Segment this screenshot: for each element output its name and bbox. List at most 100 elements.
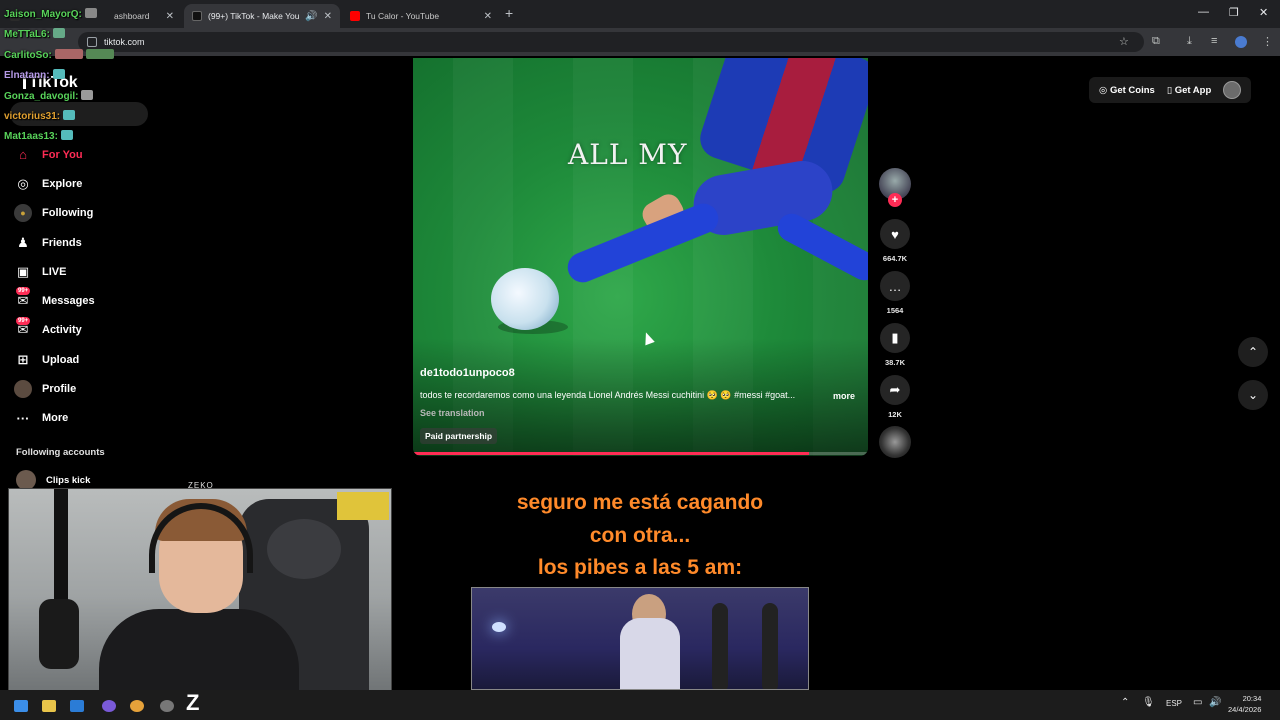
share-action[interactable]: ➦ 12K — [880, 375, 910, 419]
emote-icon — [84, 8, 97, 18]
clock-time: 20:34 — [1242, 694, 1262, 703]
chevron-down-icon: ⌄ — [1247, 388, 1259, 402]
emote-icon — [52, 28, 65, 38]
emote-icon — [81, 90, 94, 100]
media-control-icon[interactable]: ≡ — [1211, 35, 1217, 47]
minimize-button[interactable]: — — [1198, 6, 1209, 18]
sidebar-nav: ⌂ For You ◎ Explore ● Following ♟ Friend… — [14, 140, 144, 433]
following-account-name: Clips kick — [46, 474, 91, 486]
chat-user: Gonza_davogil: — [4, 91, 79, 102]
sidebar-item-explore[interactable]: ◎ Explore — [14, 169, 144, 198]
sidebar-item-live[interactable]: ▣ LIVE — [14, 257, 144, 286]
emote-icon — [85, 49, 114, 59]
bookmark-star-icon[interactable]: ☆ — [1119, 35, 1129, 48]
new-tab-button[interactable]: + — [505, 5, 513, 21]
app-icon[interactable] — [70, 700, 84, 712]
more-icon: ··· — [16, 410, 30, 426]
tab-close-icon[interactable]: ✕ — [166, 11, 174, 22]
chrome-icon[interactable] — [130, 700, 144, 712]
system-clock[interactable]: 20:34 24/4/2026 — [1228, 693, 1261, 715]
chevron-up-icon: ⌃ — [1247, 345, 1259, 359]
follow-plus-button[interactable]: + — [888, 193, 902, 207]
get-app-label: Get App — [1174, 84, 1212, 96]
profile-avatar-icon[interactable] — [1235, 36, 1247, 48]
sidebar-item-for-you[interactable]: ⌂ For You — [14, 140, 144, 169]
chat-user: Mat1aas13: — [4, 131, 58, 142]
video-player[interactable]: ALL MY de1todo1unpoco8 todos te recordar… — [413, 58, 868, 456]
emote-icon — [52, 69, 65, 79]
windows-start-icon[interactable] — [14, 700, 28, 712]
sidebar-item-friends[interactable]: ♟ Friends — [14, 228, 144, 257]
language-indicator[interactable]: ESP — [1166, 699, 1182, 708]
video-overlay-text: ALL MY — [568, 138, 688, 171]
next-video-button[interactable]: ⌄ — [1238, 380, 1268, 410]
lamp-light — [492, 622, 506, 632]
tab-youtube[interactable]: Tu Calor - YouTube ✕ — [342, 4, 500, 28]
network-icon[interactable]: ▭ — [1193, 697, 1202, 708]
tab-close-icon[interactable]: ✕ — [484, 11, 492, 22]
download-icon[interactable]: ⤓ — [1187, 35, 1192, 48]
sidebar-item-messages[interactable]: ✉ 99+ Messages — [14, 286, 144, 315]
mic-arm — [54, 489, 68, 609]
chat-message: victorius31: — [4, 110, 76, 122]
heart-icon[interactable]: ♥ — [880, 219, 910, 249]
get-coins-label: Get Coins — [1109, 84, 1155, 96]
address-bar[interactable]: tiktok.com — [78, 32, 1144, 52]
url-text: tiktok.com — [104, 37, 145, 47]
volume-icon[interactable]: 🔊 — [1209, 697, 1221, 708]
following-icon: ● — [14, 204, 32, 223]
music-disc-icon[interactable] — [879, 426, 911, 458]
restore-button[interactable]: ❐ — [1229, 6, 1239, 19]
sidebar-item-following[interactable]: ● Following — [14, 199, 144, 228]
microphone-icon[interactable]: 🎙 — [1142, 697, 1155, 708]
bookmark-icon[interactable]: ▮ — [880, 323, 910, 353]
webcam-overlay — [8, 488, 392, 705]
sidebar-item-more[interactable]: ··· More — [14, 404, 144, 433]
sidebar-item-label: For You — [42, 148, 83, 161]
chat-message: Jaison_MayorQ: — [4, 8, 97, 20]
browser-toolbar: tiktok.com — [0, 28, 1280, 56]
chat-message: CarlitoSo: — [4, 49, 114, 61]
user-avatar[interactable] — [1223, 81, 1242, 99]
chat-message: MeTTaL6: — [4, 28, 65, 40]
comment-action[interactable]: … 1564 — [880, 271, 910, 315]
tab-close-icon[interactable]: ✕ — [324, 11, 332, 22]
get-app-button[interactable]: ▯ Get App — [1167, 85, 1211, 96]
tray-expand-icon[interactable]: ⌃ — [1121, 697, 1129, 708]
caption-line: seguro me está cagando — [516, 491, 764, 514]
sidebar-item-activity[interactable]: ✉ 99+ Activity — [14, 316, 144, 345]
coin-icon: ◎ — [1099, 84, 1110, 96]
share-icon[interactable]: ➦ — [880, 375, 910, 405]
app-icon[interactable] — [160, 700, 174, 712]
following-account-item[interactable]: Clips kick — [16, 470, 90, 490]
browser-menu-icon[interactable]: ⋮ — [1262, 35, 1273, 48]
see-translation-link[interactable]: See translation — [420, 408, 485, 418]
chat-message: Gonza_davogil: — [4, 90, 94, 102]
sidebar-item-profile[interactable]: Profile — [14, 374, 144, 403]
bookmark-action[interactable]: ▮ 38.7K — [880, 323, 910, 367]
more-button[interactable]: more — [833, 391, 855, 401]
sidebar-item-label: Profile — [42, 383, 77, 396]
video-progress-bar[interactable] — [413, 452, 868, 455]
window-close-button[interactable]: ✕ — [1259, 6, 1268, 19]
next-video-player[interactable] — [471, 587, 809, 690]
extensions-icon[interactable]: ⧉ — [1152, 35, 1160, 48]
messages-badge: 99+ — [16, 287, 31, 296]
previous-video-button[interactable]: ⌃ — [1238, 337, 1268, 367]
comment-icon[interactable]: … — [880, 271, 910, 301]
tab-tiktok[interactable]: (99+) TikTok - Make Your Da 🔊 ✕ — [184, 4, 340, 28]
like-action[interactable]: ♥ 664.7K — [880, 219, 910, 263]
clock-date: 24/4/2026 — [1228, 705, 1262, 714]
tab-audio-icon[interactable]: 🔊 — [305, 11, 317, 22]
video-author[interactable]: de1todo1unpoco8 — [420, 367, 515, 379]
file-explorer-icon[interactable] — [42, 700, 56, 712]
activity-badge: 99+ — [16, 316, 31, 325]
sidebar-item-upload[interactable]: ⊞ Upload — [14, 345, 144, 374]
following-accounts-heading: Following accounts — [16, 447, 105, 458]
zeko-logo: Z — [186, 690, 200, 715]
app-icon[interactable] — [102, 700, 116, 712]
get-coins-button[interactable]: ◎ Get Coins — [1099, 85, 1155, 96]
wall-sign — [337, 492, 389, 520]
sidebar-item-label: LIVE — [42, 265, 67, 278]
site-info-icon[interactable] — [87, 37, 97, 47]
